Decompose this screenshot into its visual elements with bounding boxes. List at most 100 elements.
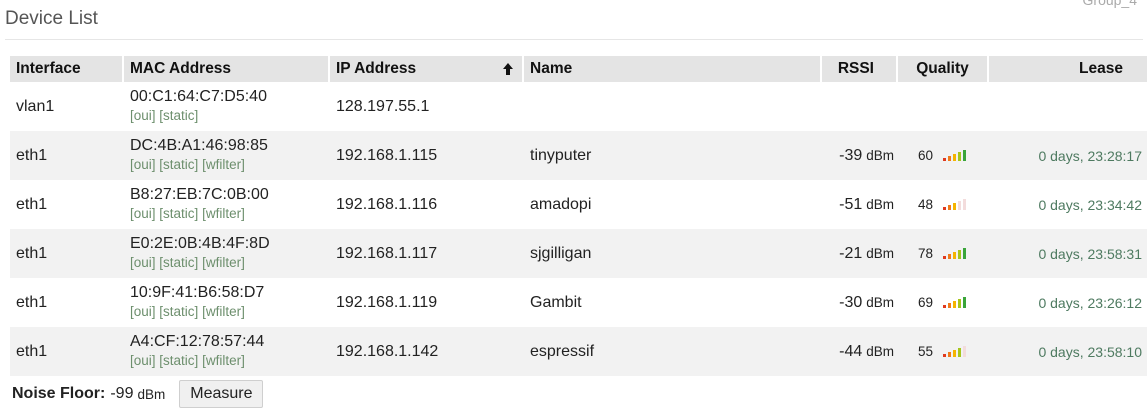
rssi-unit: dBm	[866, 196, 894, 212]
quality-value: 60	[918, 148, 934, 163]
cell-ip: 192.168.1.142	[330, 327, 524, 376]
mac-link-wfilter[interactable]: [wfilter]	[202, 206, 245, 221]
signal-bar	[948, 205, 951, 210]
title-divider	[5, 39, 1143, 40]
signal-bar	[958, 348, 961, 357]
cell-rssi: -44 dBm	[822, 327, 898, 376]
signal-bar	[953, 203, 956, 210]
rssi-value: -30	[839, 293, 863, 311]
signal-bar	[953, 154, 956, 161]
cell-name: tinyputer	[524, 131, 822, 180]
signal-bar	[958, 201, 961, 210]
mac-link-oui[interactable]: [oui]	[130, 353, 156, 368]
mac-link-wfilter[interactable]: [wfilter]	[202, 157, 245, 172]
column-header-quality[interactable]: Quality	[898, 56, 989, 82]
signal-bar	[953, 301, 956, 308]
device-rows: vlan1 00:C1:64:C7:D5:40 [oui] [static] 128.…	[10, 82, 1147, 376]
cell-ip: 192.168.1.115	[330, 131, 524, 180]
signal-bar	[943, 354, 946, 357]
mac-links: [oui] [static] [wfilter]	[130, 352, 324, 370]
rssi-value: -44	[839, 342, 863, 360]
column-header-lease[interactable]: Lease	[989, 56, 1147, 82]
mac-link-wfilter[interactable]: [wfilter]	[202, 353, 245, 368]
mac-link-static[interactable]: [static]	[159, 353, 198, 368]
rssi-value: -21	[839, 244, 863, 262]
column-header-mac[interactable]: MAC Address	[124, 56, 330, 82]
column-header-rssi[interactable]: RSSI	[822, 56, 898, 82]
mac-link-oui[interactable]: [oui]	[130, 157, 156, 172]
signal-bar	[943, 158, 946, 161]
mac-link-static[interactable]: [static]	[159, 108, 198, 123]
cell-mac: 10:9F:41:B6:58:D7 [oui] [static] [wfilter…	[124, 278, 330, 327]
mac-link-oui[interactable]: [oui]	[130, 108, 156, 123]
cell-quality: 55	[898, 327, 989, 376]
mac-links: [oui] [static] [wfilter]	[130, 205, 324, 223]
cell-name: sjgilligan	[524, 229, 822, 278]
mac-address: 10:9F:41:B6:58:D7	[130, 283, 265, 301]
table-row: eth1 10:9F:41:B6:58:D7 [oui] [static] [wfi…	[10, 278, 1147, 327]
column-header-interface[interactable]: Interface	[10, 56, 124, 82]
cell-ip: 192.168.1.116	[336, 195, 438, 213]
quality-value: 48	[918, 197, 934, 212]
cell-name	[524, 82, 822, 131]
mac-links: [oui] [static] [wfilter]	[130, 156, 324, 174]
mac-address: 00:C1:64:C7:D5:40	[130, 87, 267, 105]
mac-link-wfilter[interactable]: [wfilter]	[202, 304, 245, 319]
signal-bars-icon	[943, 199, 966, 210]
mac-address: DC:4B:A1:46:98:85	[130, 136, 268, 154]
cell-quality: 48	[898, 180, 989, 229]
measure-button[interactable]: Measure	[179, 380, 264, 408]
signal-bars-icon	[943, 346, 966, 357]
cell-name: amadopi	[530, 195, 592, 213]
cell-interface: eth1	[10, 229, 124, 278]
quality-value: 69	[918, 295, 934, 310]
cell-mac: DC:4B:A1:46:98:85 [oui] [static] [wfilter…	[124, 131, 330, 180]
cell-ip: 128.197.55.1	[336, 97, 430, 115]
cell-lease: 0 days, 23:26:12	[1038, 294, 1142, 311]
quality-value: 78	[918, 246, 934, 261]
mac-link-static[interactable]: [static]	[159, 157, 198, 172]
table-row: vlan1 00:C1:64:C7:D5:40 [oui] [static] 128.…	[10, 82, 1147, 131]
column-header-ip[interactable]: IP Address	[330, 56, 524, 82]
cell-mac: 00:C1:64:C7:D5:40 [oui] [static]	[124, 82, 330, 131]
cell-lease: 0 days, 23:28:17	[989, 131, 1147, 180]
signal-bar	[963, 346, 966, 357]
signal-bar	[948, 352, 951, 357]
signal-bar	[948, 254, 951, 259]
signal-bar	[943, 305, 946, 308]
mac-link-oui[interactable]: [oui]	[130, 206, 156, 221]
noise-floor-value: -99	[110, 385, 134, 402]
cell-rssi: -39 dBm	[822, 131, 898, 180]
column-header-name[interactable]: Name	[524, 56, 822, 82]
mac-links: [oui] [static] [wfilter]	[130, 254, 324, 272]
mac-link-static[interactable]: [static]	[159, 255, 198, 270]
cell-lease	[989, 82, 1147, 131]
signal-bar	[953, 252, 956, 259]
cell-interface: eth1	[10, 327, 124, 376]
signal-bar	[963, 248, 966, 259]
rssi-unit: dBm	[866, 294, 894, 310]
mac-link-static[interactable]: [static]	[159, 206, 198, 221]
rssi-unit: dBm	[866, 147, 894, 163]
device-table: Interface MAC Address IP Address Name RS…	[10, 56, 1147, 376]
signal-bar	[963, 199, 966, 210]
mac-link-oui[interactable]: [oui]	[130, 255, 156, 270]
signal-bar	[948, 156, 951, 161]
mac-link-oui[interactable]: [oui]	[130, 304, 156, 319]
cell-quality: 78	[898, 229, 989, 278]
cell-rssi: -30 dBm	[822, 278, 898, 327]
signal-bar	[963, 150, 966, 161]
rssi-value: -51	[839, 195, 863, 213]
mac-address: E0:2E:0B:4B:4F:8D	[130, 234, 270, 252]
mac-link-static[interactable]: [static]	[159, 304, 198, 319]
signal-bar	[948, 303, 951, 308]
cell-rssi: -21 dBm	[822, 229, 898, 278]
table-row: eth1 E0:2E:0B:4B:4F:8D [oui] [static] [wfi…	[10, 229, 1147, 278]
signal-bar	[943, 207, 946, 210]
cell-mac: B8:27:EB:7C:0B:00 [oui] [static] [wfilter…	[124, 180, 330, 229]
signal-bars-icon	[943, 150, 966, 161]
rssi-value: -39	[839, 146, 863, 164]
cell-ip: 192.168.1.119	[336, 293, 438, 311]
signal-bar	[953, 350, 956, 357]
mac-link-wfilter[interactable]: [wfilter]	[202, 255, 245, 270]
